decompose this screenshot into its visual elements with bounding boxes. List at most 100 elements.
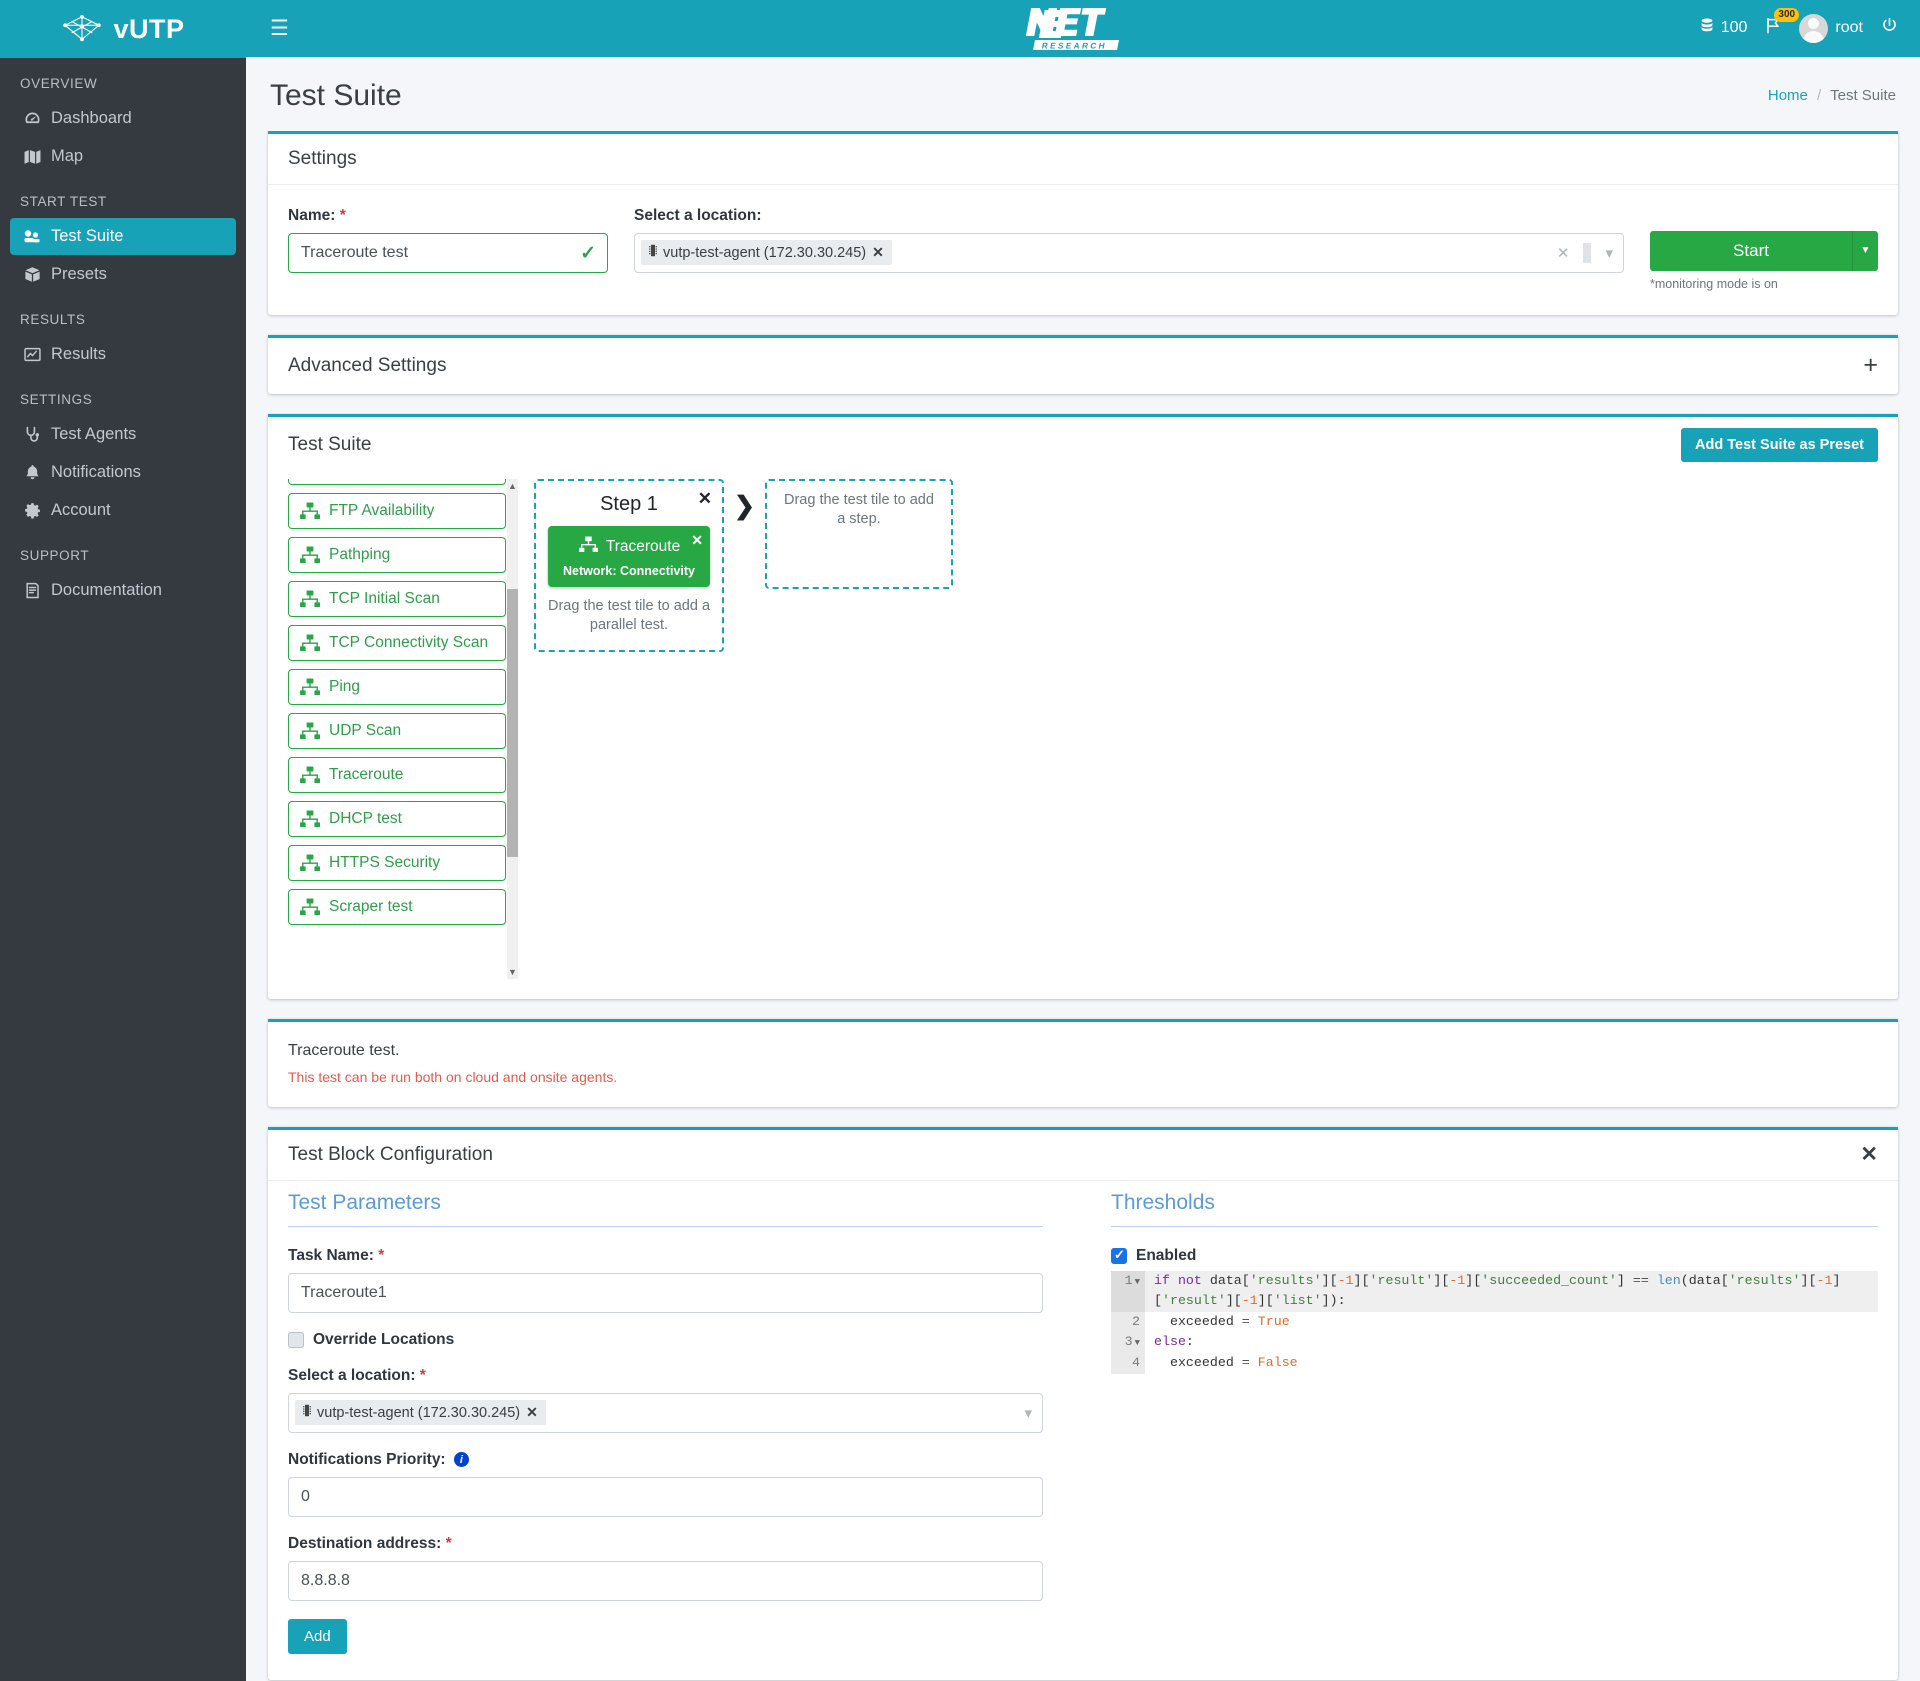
tile-label: Pathping <box>329 545 391 563</box>
hamburger-icon[interactable]: ☰ <box>270 18 289 39</box>
task-name-input[interactable] <box>288 1272 1043 1313</box>
section-divider <box>1111 1225 1878 1227</box>
multiselect-tools: ✕ ▾ <box>1553 242 1617 263</box>
test-suite-card: Test Suite Add Test Suite as Preset FTP … <box>268 413 1898 999</box>
start-dropdown-caret-icon[interactable]: ▼ <box>1852 230 1878 271</box>
list-item[interactable]: FTP Availability <box>288 492 506 529</box>
test-suite-card-title: Test Suite <box>288 433 372 455</box>
network-icon <box>299 546 321 564</box>
info-icon[interactable]: i <box>453 1452 469 1467</box>
notifications-priority-input[interactable] <box>288 1476 1043 1517</box>
network-icon <box>299 854 321 872</box>
chip-remove-icon[interactable]: ✕ <box>872 244 884 261</box>
list-item[interactable]: Pathping <box>288 536 506 573</box>
step-close-icon[interactable]: ✕ <box>698 489 712 509</box>
database-icon <box>1700 18 1714 39</box>
svg-text:RESEARCH: RESEARCH <box>1041 41 1108 50</box>
sidebar-item-results[interactable]: Results <box>10 336 236 373</box>
list-item[interactable]: TCP Initial Scan <box>288 580 506 617</box>
sidebar-item-documentation[interactable]: Documentation <box>10 572 236 609</box>
code-line-number: 1 ▼ <box>1111 1270 1145 1312</box>
chip-remove-icon[interactable]: ✕ <box>526 1404 538 1421</box>
code-line-number: 2 <box>1111 1311 1145 1333</box>
network-icon <box>299 502 321 520</box>
thresholds-enabled-checkbox[interactable] <box>1111 1247 1127 1264</box>
sidebar-item-label: Notifications <box>51 463 141 481</box>
sidebar-item-label: Test Suite <box>51 227 124 245</box>
advanced-settings-header[interactable]: Advanced Settings + <box>268 338 1898 394</box>
test-description-card: Traceroute test. This test can be run bo… <box>268 1018 1898 1107</box>
test-name-input[interactable] <box>288 232 608 273</box>
fold-icon[interactable]: ▼ <box>1133 1338 1140 1348</box>
breadcrumb-home[interactable]: Home <box>1768 87 1808 104</box>
override-locations-checkbox[interactable] <box>288 1331 304 1348</box>
flag-indicator[interactable]: 300 <box>1765 8 1800 39</box>
start-button-group: Start ▼ *monitoring mode is on <box>1650 207 1878 291</box>
sidebar-item-notifications[interactable]: Notifications <box>10 454 236 491</box>
nav-header-support: SUPPORT <box>20 548 90 563</box>
code-line-source: if not data['results'][-1]['result'][-1]… <box>1145 1270 1878 1312</box>
bell-icon <box>22 464 42 481</box>
list-item[interactable]: Traceroute <box>288 756 506 793</box>
scroll-down-arrow-icon[interactable]: ▼ <box>507 964 518 979</box>
list-item[interactable]: UDP Scan <box>288 712 506 749</box>
notifications-priority-group: Notifications Priority: i <box>288 1451 1043 1517</box>
logout-button[interactable] <box>1881 17 1898 39</box>
tile-close-icon[interactable]: ✕ <box>691 532 703 549</box>
sidebar-item-account[interactable]: Account <box>10 492 236 529</box>
add-test-suite-as-preset-button[interactable]: Add Test Suite as Preset <box>1681 427 1878 462</box>
thresholds-column: Thresholds Enabled 1▼ if not data['resul… <box>1083 1191 1878 1654</box>
test-parameters-column: Test Parameters Task Name: * Override Lo <box>288 1191 1083 1654</box>
add-step-hint: Drag the test tile to add a step. <box>783 491 934 528</box>
assigned-test-tile[interactable]: ✕ Traceroute Network: Connectivity <box>548 525 710 587</box>
add-button[interactable]: Add <box>288 1618 347 1654</box>
sidebar-item-label: Map <box>51 147 84 165</box>
code-line-source: else: <box>1154 1334 1194 1350</box>
config-location-multiselect[interactable]: vutp-test-agent (172.30.30.245) ✕ ▾ <box>288 1392 1043 1433</box>
settings-card-header: Settings <box>268 134 1898 185</box>
code-line: 1 ▼ if not data['results'][-1]['result'][… <box>1111 1270 1878 1312</box>
list-item[interactable] <box>288 478 506 485</box>
list-item[interactable]: Scraper test <box>288 888 506 925</box>
scrollbar-thumb[interactable] <box>507 588 518 857</box>
plus-icon[interactable]: + <box>1863 353 1878 377</box>
dashboard-icon <box>22 110 42 127</box>
required-asterisk: * <box>339 206 346 224</box>
sidebar-item-label: Presets <box>51 265 107 283</box>
list-item[interactable]: TCP Connectivity Scan <box>288 624 506 661</box>
step-1-box[interactable]: ✕ Step 1 ✕ Traceroute Network: Connectiv… <box>534 478 724 652</box>
brand-logo[interactable]: vUTP <box>0 0 246 58</box>
override-locations-row[interactable]: Override Locations <box>288 1331 1043 1349</box>
list-item[interactable]: DHCP test <box>288 800 506 837</box>
start-button[interactable]: Start <box>1650 230 1852 271</box>
sidebar-item-presets[interactable]: Presets <box>10 256 236 293</box>
sidebar-item-dashboard[interactable]: Dashboard <box>10 100 236 137</box>
fold-icon[interactable]: ▼ <box>1133 1277 1140 1287</box>
clear-icon[interactable]: ✕ <box>1553 244 1574 262</box>
sidebar-item-test-suite[interactable]: Test Suite <box>10 218 236 255</box>
tile-list-scrollbar[interactable]: ▲ ▼ <box>507 478 518 979</box>
sidebar-item-label: Test Agents <box>51 425 137 443</box>
location-multiselect[interactable]: vutp-test-agent (172.30.30.245) ✕ ✕ ▾ <box>634 232 1624 273</box>
list-item[interactable]: Ping <box>288 668 506 705</box>
scroll-up-arrow-icon[interactable]: ▲ <box>507 478 518 493</box>
user-menu[interactable]: root <box>1799 13 1863 43</box>
sidebar-item-map[interactable]: Map <box>10 138 236 175</box>
chevron-down-icon[interactable]: ▾ <box>1020 1404 1036 1422</box>
thresholds-enabled-row[interactable]: Enabled <box>1111 1247 1878 1265</box>
test-block-configuration-card: Test Block Configuration ✕ Test Paramete… <box>268 1126 1898 1680</box>
test-suite-card-header: Test Suite Add Test Suite as Preset <box>268 417 1898 473</box>
list-item[interactable]: HTTPS Security <box>288 844 506 881</box>
destination-address-input[interactable] <box>288 1560 1043 1601</box>
chevron-down-icon[interactable]: ▾ <box>1601 244 1617 262</box>
test-suite-builder: FTP Availability Pathping TCP Initial Sc… <box>268 473 1898 999</box>
credits-indicator[interactable]: 100 <box>1700 18 1747 39</box>
advanced-settings-card[interactable]: Advanced Settings + <box>268 334 1898 394</box>
tile-label: TCP Connectivity Scan <box>329 633 489 651</box>
vutp-logo-icon <box>63 14 102 42</box>
add-step-dropzone[interactable]: Drag the test tile to add a step. <box>764 478 953 589</box>
sidebar-item-test-agents[interactable]: Test Agents <box>10 416 236 453</box>
thresholds-code-editor[interactable]: 1 ▼ if not data['results'][-1]['result'][… <box>1111 1270 1878 1374</box>
check-icon: ✓ <box>580 242 596 264</box>
close-icon[interactable]: ✕ <box>1860 1144 1878 1165</box>
